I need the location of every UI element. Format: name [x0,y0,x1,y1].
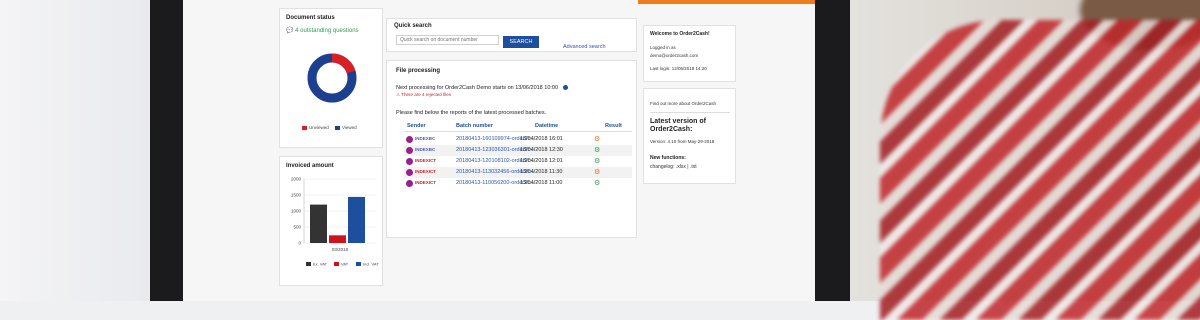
table-row[interactable]: INDEXICT 20180413-120108102-order2c... 1… [404,156,632,167]
search-button[interactable]: SEARCH [503,36,539,48]
batch-datetime: 13/04/2018 11:30 [520,169,563,175]
bar-incl-vat [348,196,365,243]
changelog-links[interactable]: changelog: .xlsx | .txt [650,164,697,170]
last-login: Last login: 12/06/2018 14:20 [650,66,707,71]
table-row[interactable]: INDEXICT 20180413-113032456-order2c... 1… [404,167,632,178]
table-row[interactable]: INDEXBC 20180413-160109974-order2c... 13… [404,134,632,145]
legend-swatch [306,262,311,266]
batch-datetime: 13/04/2018 12:30 [520,147,563,153]
monitor-bezel-right [815,0,850,301]
legend-viewed: Viewed [335,125,357,130]
col-datetime[interactable]: Datetime [535,123,558,129]
legend-unviewed: Unviewed [302,125,329,130]
welcome-title: Welcome to Order2Cash! [650,31,710,37]
col-result[interactable]: Result [605,123,622,129]
document-status-panel: Document status 💬 4 outstanding question… [279,8,383,148]
sender-logo-icon [406,136,413,143]
col-sender[interactable]: Sender [407,123,426,129]
invoiced-amount-panel: Invoiced amount 2000 1500 1000 500 0 03/2018 E… [279,156,383,286]
chat-icon: 💬 [286,28,294,34]
result-error-icon[interactable]: ⚙ [594,168,600,176]
sender-logo-icon [406,158,413,165]
document-status-donut [307,53,357,103]
legend-label: Ex. VAT [313,262,328,267]
y-tick-label: 500 [293,225,301,230]
batch-datetime: 13/04/2018 16:01 [520,136,563,142]
bar-ex-vat [310,204,327,243]
legend-swatch [356,262,361,266]
result-ok-icon[interactable]: ⚙ [594,157,600,165]
person-shirt [880,20,1200,320]
find-out-more-link[interactable]: Find out more about Order2Cash [650,101,716,106]
batch-datetime: 13/04/2018 11:00 [520,180,563,186]
result-error-icon[interactable]: ⚙ [594,135,600,143]
sender-name: INDEXBC [415,136,436,141]
warning-icon: ⚠ [396,92,401,97]
document-status-title: Document status [286,15,335,21]
user-email: demo@order2cash.com [650,53,699,58]
header-accent-bar [638,0,815,4]
next-processing-text: Next processing for Order2Cash Demo star… [396,85,568,91]
background-wall [0,0,150,301]
sender-name: INDEXICT [415,180,437,185]
bar-vat [329,235,346,243]
sender-logo-icon [406,180,413,187]
advanced-search-link[interactable]: Advanced search [563,44,606,50]
monitor-bezel-left [150,0,183,301]
y-tick-label: 2000 [291,177,302,182]
table-row[interactable]: INDEXBC 20180413-123036301-order2c... 13… [404,145,632,156]
sender-name: INDEXICT [415,158,437,163]
x-tick-label: 03/2018 [332,247,349,252]
welcome-panel: Welcome to Order2Cash! Logged in as demo… [643,25,736,82]
sender-logo-icon [406,169,413,176]
table-row[interactable]: INDEXICT 20180413-110056200-order2c... 1… [404,178,632,189]
legend-label: Incl. VAT [363,262,379,267]
app-screen: Document status 💬 4 outstanding question… [183,0,815,301]
batch-datetime: 13/04/2018 12:01 [520,158,563,164]
file-processing-title: File processing [396,68,441,74]
info-icon [562,85,568,91]
sender-name: INDEXBC [415,147,436,152]
y-tick-label: 1000 [291,209,302,214]
table-header-divider [404,131,632,132]
legend-swatch [334,262,339,266]
rejected-files-warning[interactable]: ⚠ There are 4 rejected files [396,92,451,98]
new-functions-label: New functions: [650,155,686,161]
file-processing-panel: File processing Next processing for Orde… [386,60,637,238]
sender-name: INDEXICT [415,169,437,174]
y-tick-label: 0 [298,241,301,246]
result-ok-icon[interactable]: ⚙ [594,179,600,187]
legend-label: VAT [341,262,349,267]
latest-version-panel: Find out more about Order2Cash Latest ve… [643,88,736,184]
result-ok-icon[interactable]: ⚙ [594,146,600,154]
outstanding-questions-link[interactable]: 💬 4 outstanding questions [286,27,359,34]
latest-version-title: Latest version of Order2Cash: [650,118,707,133]
col-batch-number[interactable]: Batch number [456,123,493,129]
version-text: Version: 4.10 from May-29-2018 [650,139,715,144]
quick-search-panel: Quick search SEARCH Advanced search [386,18,637,52]
invoiced-amount-title: Invoiced amount [286,163,334,169]
sender-logo-icon [406,147,413,154]
divider [650,112,730,113]
invoiced-bar-chart: 2000 1500 1000 500 0 03/2018 Ex. VAT VAT Incl. V… [291,177,379,267]
latest-batches-text: Please find below the reports of the lat… [396,110,547,116]
quick-search-input[interactable] [396,35,499,45]
y-tick-label: 1500 [291,193,302,198]
logged-in-label: Logged in as [650,45,676,50]
quick-search-title: Quick search [394,23,432,29]
